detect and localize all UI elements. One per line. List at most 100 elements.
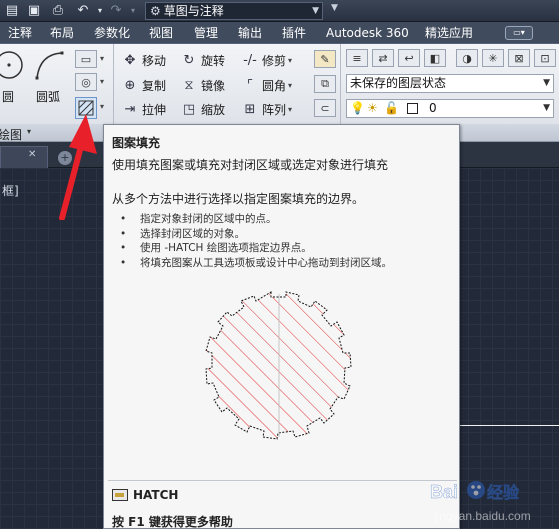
- tab-annotate[interactable]: 注释: [8, 25, 32, 41]
- stretch-icon: ⇥: [124, 101, 136, 117]
- rotate-button[interactable]: ↻ 旋转: [181, 50, 225, 70]
- offset-icon[interactable]: ⊂: [314, 99, 336, 117]
- tab-manage[interactable]: 管理: [194, 25, 218, 41]
- layer-isolate-icon[interactable]: ◧: [424, 49, 446, 67]
- rectangle-icon[interactable]: ▭: [75, 50, 97, 68]
- app-menu-icon[interactable]: ▤: [4, 3, 20, 19]
- layer-unisolate-icon[interactable]: ⊡: [534, 49, 556, 67]
- layer-previous-icon[interactable]: ↩: [398, 49, 420, 67]
- draw-panel-title[interactable]: 绘图: [0, 126, 22, 143]
- redo-icon[interactable]: ↷: [108, 3, 124, 19]
- mirror-button[interactable]: ⧖ 镜像: [181, 75, 225, 95]
- workspace-dropdown[interactable]: ⚙ 草图与注释 ▼: [145, 2, 323, 20]
- tooltip-divider: [108, 480, 457, 481]
- panel-divider: [340, 44, 341, 124]
- mirror-label: 镜像: [201, 78, 226, 93]
- chevron-down-icon[interactable]: ▾: [100, 77, 104, 86]
- chevron-down-icon: ▼: [312, 6, 319, 16]
- scale-icon: ◳: [182, 101, 196, 117]
- close-icon[interactable]: ✕: [28, 149, 36, 160]
- scale-button[interactable]: ◳ 缩放: [181, 99, 225, 119]
- undo-dropdown-icon[interactable]: ▾: [92, 3, 108, 19]
- current-layer-dropdown[interactable]: 💡 ☀ 🔓 0 ▼: [346, 99, 554, 118]
- layer-color-swatch: [407, 103, 418, 114]
- fillet-icon: ⌜: [246, 77, 254, 93]
- list-item: • 使用 -HATCH 绘图选项指定边界点。: [120, 242, 312, 254]
- layer-freeze-icon[interactable]: ✳: [482, 49, 504, 67]
- ellipse-icon[interactable]: ◎: [75, 73, 97, 91]
- tooltip-help: 按 F1 键获得更多帮助: [112, 515, 233, 529]
- workspace-label: 草图与注释: [163, 4, 224, 18]
- current-layer-label: 0: [429, 101, 437, 115]
- trim-icon: -/-: [243, 52, 257, 68]
- chevron-down-icon: ▾: [288, 55, 293, 65]
- layer-state-dropdown[interactable]: 未保存的图层状态 ▼: [346, 74, 554, 93]
- copy-icon: ⊕: [124, 77, 136, 93]
- document-tab[interactable]: [0, 146, 48, 168]
- layer-lock-icon[interactable]: ⊠: [508, 49, 530, 67]
- layer-off-icon[interactable]: ◑: [456, 49, 478, 67]
- arc-label[interactable]: 圆弧: [36, 88, 60, 105]
- circle-label[interactable]: 圆: [2, 88, 14, 105]
- hatch-preview-figure: [205, 291, 352, 440]
- trim-button[interactable]: -/- 修剪 ▾: [242, 50, 292, 70]
- array-icon: ⊞: [244, 101, 256, 117]
- tab-output[interactable]: 输出: [238, 25, 262, 41]
- ribbon-minimize-button[interactable]: ▭▾: [505, 26, 533, 40]
- circle-icon[interactable]: [0, 48, 26, 82]
- array-button[interactable]: ⊞ 阵列 ▾: [242, 99, 292, 119]
- qat-customize-icon[interactable]: ▼: [331, 3, 338, 13]
- lightbulb-icon: 💡: [350, 101, 365, 115]
- viewport-label[interactable]: 框]: [2, 182, 19, 199]
- erase-icon[interactable]: ✎: [314, 50, 336, 68]
- title-bar: ▤ ▣ ⎙ ↶ ▾ ↷ ▾ ⚙ 草图与注释 ▼ ▼: [0, 0, 559, 22]
- command-name: HATCH: [133, 488, 179, 502]
- tab-featured-apps[interactable]: 精选应用: [425, 25, 473, 41]
- rotate-label: 旋转: [201, 53, 226, 68]
- chevron-down-icon[interactable]: ▾: [100, 54, 104, 63]
- rotate-icon: ↻: [183, 52, 195, 68]
- autocad-window: ▤ ▣ ⎙ ↶ ▾ ↷ ▾ ⚙ 草图与注释 ▼ ▼ 注释 布局 参数化 视图 管理…: [0, 0, 559, 529]
- panel-divider: [113, 44, 114, 124]
- tab-view[interactable]: 视图: [149, 25, 173, 41]
- list-item: • 选择封闭区域的对象。: [120, 227, 245, 240]
- copy-label: 复制: [142, 78, 167, 93]
- copy-button[interactable]: ⊕ 复制: [122, 75, 166, 95]
- drawing-line: [460, 425, 559, 426]
- chevron-down-icon: ▾: [288, 80, 293, 90]
- chevron-down-icon[interactable]: ▾: [27, 127, 31, 136]
- explode-icon[interactable]: ⧉: [314, 75, 336, 93]
- tab-parametric[interactable]: 参数化: [94, 25, 130, 41]
- undo-icon[interactable]: ↶: [75, 3, 91, 19]
- arc-icon[interactable]: [32, 48, 66, 82]
- layer-state-label: 未保存的图层状态: [350, 76, 447, 90]
- unlock-icon: 🔓: [384, 101, 399, 115]
- fillet-label: 圆角: [262, 78, 287, 93]
- chevron-down-icon: ▼: [543, 78, 550, 88]
- tooltip-command: HATCH: [112, 488, 178, 502]
- fillet-button[interactable]: ⌜ 圆角 ▾: [242, 75, 292, 95]
- layer-match-icon[interactable]: ⇄: [372, 49, 394, 67]
- mirror-icon: ⧖: [184, 77, 194, 93]
- tooltip-title: 图案填充: [112, 136, 161, 150]
- hatch-tooltip: 图案填充 使用填充图案或填充对封闭区域或选定对象进行填充 从多个方法中进行选择以…: [103, 124, 460, 529]
- svg-text:Bai: Bai: [430, 482, 458, 502]
- tooltip-bullet-list: • 指定对象封闭的区域中的点。 • 选择封闭区域的对象。 • 使用 -HATCH 绘图…: [120, 212, 392, 270]
- stretch-label: 拉伸: [142, 102, 167, 117]
- tab-autodesk-360[interactable]: Autodesk 360: [326, 25, 409, 41]
- tab-plugins[interactable]: 插件: [282, 25, 306, 41]
- redo-dropdown-icon[interactable]: ▾: [125, 3, 141, 19]
- move-button[interactable]: ✥ 移动: [122, 50, 166, 70]
- tooltip-description: 使用填充图案或填充对封闭区域或选定对象进行填充: [112, 158, 389, 172]
- layer-properties-icon[interactable]: ≡: [346, 49, 368, 67]
- chevron-down-icon: ▾: [288, 104, 293, 114]
- save-icon[interactable]: ▣: [26, 3, 42, 19]
- stretch-button[interactable]: ⇥ 拉伸: [122, 99, 166, 119]
- baidu-watermark-logo: Bai 经验 jingyan.baidu.com: [430, 481, 531, 523]
- ribbon-tabs: 注释 布局 参数化 视图 管理 输出 插件 Autodesk 360 精选应用 …: [0, 22, 559, 44]
- svg-text:经验: 经验: [487, 483, 520, 502]
- svg-text:jingyan.baidu.com: jingyan.baidu.com: [433, 509, 531, 523]
- print-icon[interactable]: ⎙: [50, 3, 66, 19]
- list-item: • 将填充图案从工具选项板或设计中心拖动到封闭区域。: [120, 256, 392, 269]
- tab-layout[interactable]: 布局: [50, 25, 74, 41]
